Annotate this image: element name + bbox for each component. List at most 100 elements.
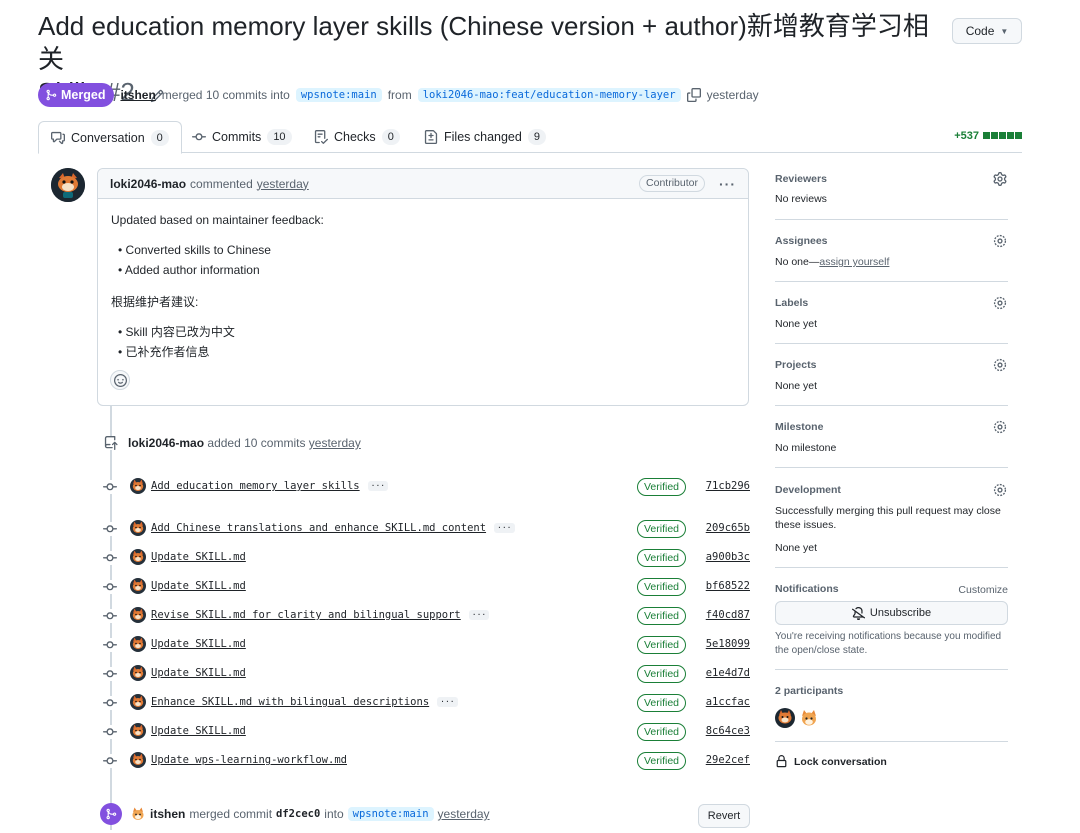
commit-sha[interactable]: a900b3c [706, 551, 750, 563]
verified-badge[interactable]: Verified [637, 665, 687, 683]
commit-sha[interactable]: f40cd87 [706, 609, 750, 621]
commit-sha[interactable]: e1e4d7d [706, 667, 750, 679]
commit-message[interactable]: Add Chinese translations and enhance SKI… [151, 522, 515, 534]
commit-row: Add Chinese translations and enhance SKI… [100, 519, 750, 539]
merge-branch[interactable]: wpsnote:main [347, 807, 434, 821]
verified-badge[interactable]: Verified [637, 578, 687, 596]
commit-message[interactable]: Update SKILL.md [151, 638, 246, 650]
expand-commit-button[interactable]: ··· [468, 610, 490, 620]
avatar[interactable] [130, 549, 146, 565]
avatar[interactable] [51, 168, 85, 202]
add-reaction-button[interactable] [110, 370, 130, 390]
list-item: • Converted skills to Chinese [118, 243, 271, 257]
customize-link[interactable]: Customize [958, 583, 1008, 597]
revert-button[interactable]: Revert [698, 804, 750, 828]
avatar[interactable] [130, 607, 146, 623]
commit-message[interactable]: Revise SKILL.md for clarity and bilingua… [151, 609, 490, 621]
verified-badge[interactable]: Verified [637, 478, 687, 496]
lock-conversation[interactable]: Lock conversation [775, 755, 887, 768]
commit-sha[interactable]: 209c65b [706, 522, 750, 534]
push-author[interactable]: loki2046-mao [128, 436, 204, 450]
avatar[interactable] [130, 636, 146, 652]
expand-commit-button[interactable]: ··· [367, 481, 389, 491]
verified-badge[interactable]: Verified [637, 607, 687, 625]
verified-badge[interactable]: Verified [637, 549, 687, 567]
verified-badge[interactable]: Verified [637, 723, 687, 741]
avatar[interactable] [130, 752, 146, 768]
sidebar-participants: 2 participants [775, 680, 1008, 742]
commit-row: Update SKILL.md Verified 8c64ce3 [100, 722, 750, 742]
sidebar-projects-title[interactable]: Projects [775, 359, 816, 371]
gear-icon[interactable] [993, 172, 1007, 186]
commit-sha[interactable]: 5e18099 [706, 638, 750, 650]
verified-badge[interactable]: Verified [637, 636, 687, 654]
base-branch[interactable]: wpsnote:main [295, 88, 382, 102]
gear-icon[interactable] [993, 358, 1007, 372]
sidebar-notifications: Notifications Customize Unsubscribe You'… [775, 578, 1008, 670]
avatar[interactable] [130, 520, 146, 536]
expand-commit-button[interactable]: ··· [437, 697, 458, 707]
comment-author[interactable]: loki2046-mao [110, 177, 186, 191]
commit-message[interactable]: Enhance SKILL.md with bilingual descript… [151, 696, 458, 708]
commit-message[interactable]: Update SKILL.md [151, 667, 246, 679]
gear-icon[interactable] [993, 483, 1007, 497]
verified-badge[interactable]: Verified [637, 520, 687, 538]
commit-message[interactable]: Update SKILL.md [151, 551, 246, 563]
assign-yourself-link[interactable]: assign yourself [819, 256, 889, 268]
merge-author[interactable]: itshen [150, 807, 185, 821]
sidebar-development-title[interactable]: Development [775, 484, 841, 496]
commit-sha[interactable]: 8c64ce3 [706, 725, 750, 737]
gear-icon[interactable] [993, 296, 1007, 310]
sidebar-milestone-title[interactable]: Milestone [775, 421, 823, 433]
tab-commits[interactable]: Commits 10 [180, 121, 304, 153]
unsubscribe-button[interactable]: Unsubscribe [775, 601, 1008, 625]
tab-files-changed[interactable]: Files changed 9 [412, 121, 558, 153]
commit-message[interactable]: Update SKILL.md [151, 725, 246, 737]
kebab-menu-icon[interactable]: ··· [719, 176, 736, 192]
sidebar-reviewers-value: No reviews [775, 193, 827, 205]
comment-time[interactable]: yesterday [257, 177, 309, 191]
sidebar-labels-title[interactable]: Labels [775, 297, 808, 309]
merger-link[interactable]: itshen [120, 88, 155, 102]
sidebar-reviewers-title[interactable]: Reviewers [775, 173, 827, 185]
merge-action: merged commit [189, 807, 273, 821]
avatar[interactable] [130, 665, 146, 681]
avatar[interactable] [130, 478, 146, 494]
avatar[interactable] [130, 723, 146, 739]
pr-state-row: Merged itshen merged 10 commits into wps… [38, 83, 759, 107]
commit-message[interactable]: Add education memory layer skills ··· [151, 480, 389, 492]
sidebar-reviewers: Reviewers No reviews [775, 168, 1008, 220]
unsubscribe-label: Unsubscribe [869, 607, 932, 619]
merge-time[interactable]: yesterday [438, 807, 490, 821]
avatar[interactable] [130, 694, 146, 710]
avatar[interactable] [799, 708, 819, 728]
commit-sha[interactable]: a1ccfac [706, 696, 750, 708]
avatar[interactable] [130, 806, 146, 822]
verified-badge[interactable]: Verified [637, 694, 687, 712]
tab-conversation[interactable]: Conversation 0 [38, 121, 182, 154]
sidebar-assignees-title[interactable]: Assignees [775, 235, 828, 247]
verified-badge[interactable]: Verified [637, 752, 687, 770]
avatar[interactable] [775, 708, 795, 728]
commit-sha[interactable]: bf68522 [706, 580, 750, 592]
merge-text: itshen merged commit df2cec0 into wpsnot… [130, 806, 490, 822]
gear-icon[interactable] [993, 234, 1007, 248]
diffstat: +537 [954, 130, 1022, 142]
head-branch[interactable]: loki2046-mao:feat/education-memory-layer [417, 88, 681, 102]
tab-checks[interactable]: Checks 0 [302, 121, 412, 153]
participants-title: 2 participants [775, 685, 844, 697]
commit-icon [103, 638, 117, 652]
commit-message[interactable]: Update wps-learning-workflow.md [151, 754, 347, 766]
commit-sha[interactable]: 71cb296 [706, 480, 750, 492]
expand-commit-button[interactable]: ··· [494, 523, 515, 533]
avatar[interactable] [130, 578, 146, 594]
code-button[interactable]: Code ▼ [952, 18, 1022, 44]
commit-sha[interactable]: 29e2cef [706, 754, 750, 766]
commit-message[interactable]: Update SKILL.md [151, 580, 246, 592]
sidebar-projects: Projects None yet [775, 354, 1008, 406]
merge-sha[interactable]: df2cec0 [276, 808, 320, 820]
gear-icon[interactable] [993, 420, 1007, 434]
pr-tabs: Conversation 0 Commits 10 Checks 0 Files… [38, 121, 1022, 154]
push-time[interactable]: yesterday [309, 436, 361, 450]
copy-icon[interactable] [686, 88, 701, 102]
